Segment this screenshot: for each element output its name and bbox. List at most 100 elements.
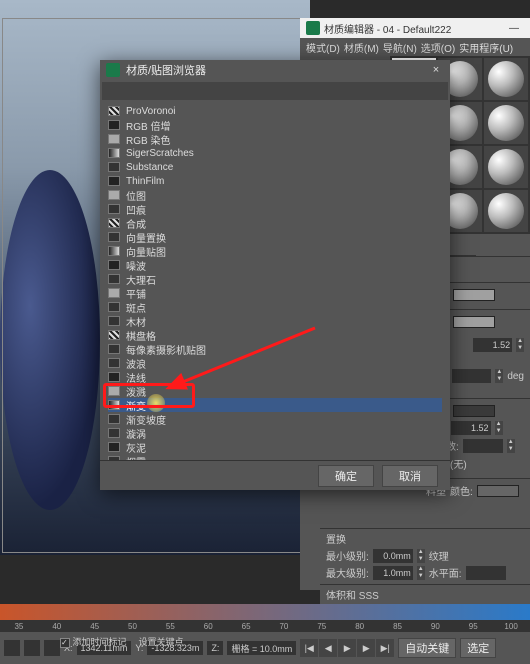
list-item[interactable]: 凹痕 [108,202,442,216]
goto-end-button[interactable]: ▶| [376,639,394,657]
color-swatch[interactable] [453,316,495,328]
close-button[interactable]: × [428,64,444,76]
menu-mode[interactable]: 模式(D) [306,40,340,55]
add-timetag-label: 添加时间标记 [73,637,127,647]
material-slot[interactable] [484,102,528,144]
material-slot[interactable] [484,146,528,188]
browser-search-input[interactable] [102,82,448,100]
min-level-label: 最小级别: [326,548,369,563]
menu-options[interactable]: 选项(O) [421,40,455,55]
map-thumb-icon [108,344,120,354]
spinner-arrows-icon[interactable]: ▲▼ [495,369,503,383]
cancel-button[interactable]: 取消 [382,465,438,487]
spinner-arrows-icon[interactable]: ▲▼ [417,549,425,563]
texture-combo[interactable]: 纹理 [429,548,449,563]
abbe-spinner[interactable] [463,439,503,453]
map-thumb-icon [108,176,120,186]
material-slot[interactable] [484,190,528,232]
browser-titlebar[interactable]: 材质/贴图浏览器 × [100,60,450,80]
deg-label: deg [507,371,524,382]
list-item[interactable]: RGB 倍增 [108,118,442,132]
list-item[interactable]: 位图 [108,188,442,202]
horizontal-combo[interactable]: 水平面: [429,565,462,580]
material-editor-titlebar[interactable]: 材质编辑器 - 04 - Default222 — [300,18,530,38]
list-item[interactable]: RGB 染色 [108,132,442,146]
prev-frame-button[interactable]: ◀ [319,639,337,657]
map-thumb-icon [108,232,120,242]
goto-start-button[interactable]: |◀ [300,639,318,657]
list-item[interactable]: 木材 [108,314,442,328]
min-level-spinner[interactable]: 0.0mm [373,549,413,563]
color-swatch[interactable] [453,405,495,417]
list-item[interactable]: 渐变坡度 [108,412,442,426]
horizontal-spinner[interactable] [466,566,506,580]
ok-button[interactable]: 确定 [318,465,374,487]
ior-spinner[interactable]: 1.52 [451,421,491,435]
list-item[interactable]: 每像素摄影机贴图 [108,342,442,356]
list-item-label: 向量置换 [126,230,166,245]
list-item[interactable]: 合成 [108,216,442,230]
spinner-arrows-icon[interactable]: ▲▼ [516,338,524,352]
list-item[interactable]: 渐变 [108,398,442,412]
list-item[interactable]: 棋盘格 [108,328,442,342]
material-slot[interactable] [484,58,528,100]
list-item[interactable]: 向量贴图 [108,244,442,258]
max-level-spinner[interactable]: 1.0mm [373,566,413,580]
map-thumb-icon [108,288,120,298]
list-item[interactable]: 灰泥 [108,440,442,454]
menu-material[interactable]: 材质(M) [344,40,379,55]
list-item-label: SigerScratches [126,148,194,159]
list-item[interactable]: 烟雾 [108,454,442,460]
status-icon[interactable] [24,640,40,656]
map-thumb-icon [108,148,120,158]
set-keyframe-button[interactable]: 设置关键点 [139,635,184,648]
spinner-arrows-icon[interactable]: ▲▼ [507,439,515,453]
status-icon[interactable] [4,640,20,656]
list-item[interactable]: ThinFilm [108,174,442,188]
list-item[interactable]: 斑点 [108,300,442,314]
next-frame-button[interactable]: ▶ [357,639,375,657]
timeline-slider[interactable] [0,604,530,620]
list-item[interactable]: 向量置换 [108,230,442,244]
list-item[interactable]: Substance [108,160,442,174]
menu-nav[interactable]: 导航(N) [383,40,417,55]
list-item[interactable]: 泼溅 [108,384,442,398]
list-item[interactable]: ProVoronoi [108,104,442,118]
roughness-spinner[interactable] [452,369,491,383]
list-item[interactable]: SigerScratches [108,146,442,160]
playback-controls: |◀ ◀ ▶ ▶ ▶| [300,639,394,657]
replace-section-label[interactable]: 置换 [326,531,346,546]
auto-key-button[interactable]: 自动关键 [398,638,456,658]
tick-label: 40 [38,622,76,631]
spinner-arrows-icon[interactable]: ▲▼ [495,421,503,435]
add-timetag-checkbox[interactable] [60,638,70,648]
sss-section-label[interactable]: 体积和 SSS [326,587,379,602]
selected-button[interactable]: 选定 [460,638,496,658]
map-thumb-icon [108,400,120,410]
list-item[interactable]: 法线 [108,370,442,384]
map-thumb-icon [108,134,120,144]
list-item[interactable]: 噪波 [108,258,442,272]
bottom-properties-panel: 置换 最小级别: 0.0mm ▲▼ 纹理 最大级别: 1.0mm ▲▼ 水平面:… [320,528,530,608]
tick-label: 85 [379,622,417,631]
list-item[interactable]: 平铺 [108,286,442,300]
sphere-preview [488,61,524,97]
list-item[interactable]: 波浪 [108,356,442,370]
color-swatch[interactable] [477,485,519,497]
browser-list[interactable]: ProVoronoiRGB 倍增RGB 染色 SigerScratchesSubs… [100,102,450,460]
status-icon[interactable] [44,640,60,656]
list-item[interactable]: 大理石 [108,272,442,286]
map-thumb-icon [108,204,120,214]
map-thumb-icon [108,442,120,452]
list-item-label: 波浪 [126,356,146,371]
minimize-button[interactable]: — [504,23,524,34]
color-swatch[interactable] [453,289,495,301]
map-thumb-icon [108,358,120,368]
fresnel-ior-spinner[interactable]: 1.52 [473,338,512,352]
play-button[interactable]: ▶ [338,639,356,657]
spinner-arrows-icon[interactable]: ▲▼ [417,566,425,580]
menu-util[interactable]: 实用程序(U) [459,40,513,55]
list-item[interactable]: 漩涡 [108,426,442,440]
tick-label: 100 [492,622,530,631]
z-coord-field[interactable]: Z: [207,641,223,655]
